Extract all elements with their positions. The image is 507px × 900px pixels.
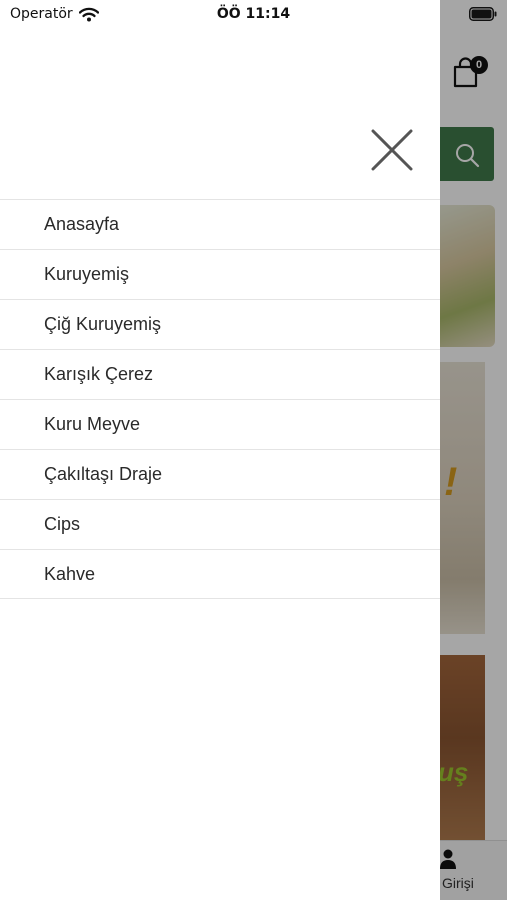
menu-item-cakiltasi-draje[interactable]: Çakıltaşı Draje: [0, 449, 440, 499]
side-drawer: Anasayfa Kuruyemiş Çiğ Kuruyemiş Karışık…: [0, 0, 440, 900]
menu-item-cips[interactable]: Cips: [0, 499, 440, 549]
menu-item-karisik-cerez[interactable]: Karışık Çerez: [0, 349, 440, 399]
category-menu: Anasayfa Kuruyemiş Çiğ Kuruyemiş Karışık…: [0, 199, 440, 599]
status-time: ÖÖ 11:14: [216, 6, 291, 22]
screen: 0 ! uş Girişi Operatör ÖÖ 11:14 Anasayfa…: [0, 0, 507, 900]
menu-item-kuru-meyve[interactable]: Kuru Meyve: [0, 399, 440, 449]
battery-icon: [469, 7, 497, 21]
menu-item-cig-kuruyemis[interactable]: Çiğ Kuruyemiş: [0, 299, 440, 349]
drawer-backdrop[interactable]: [440, 0, 507, 900]
status-bar: Operatör ÖÖ 11:14: [0, 0, 507, 30]
menu-item-kuruyemis[interactable]: Kuruyemiş: [0, 249, 440, 299]
menu-item-kahve[interactable]: Kahve: [0, 549, 440, 599]
close-button[interactable]: [366, 124, 418, 176]
menu-item-anasayfa[interactable]: Anasayfa: [0, 199, 440, 249]
close-icon: [371, 129, 413, 171]
